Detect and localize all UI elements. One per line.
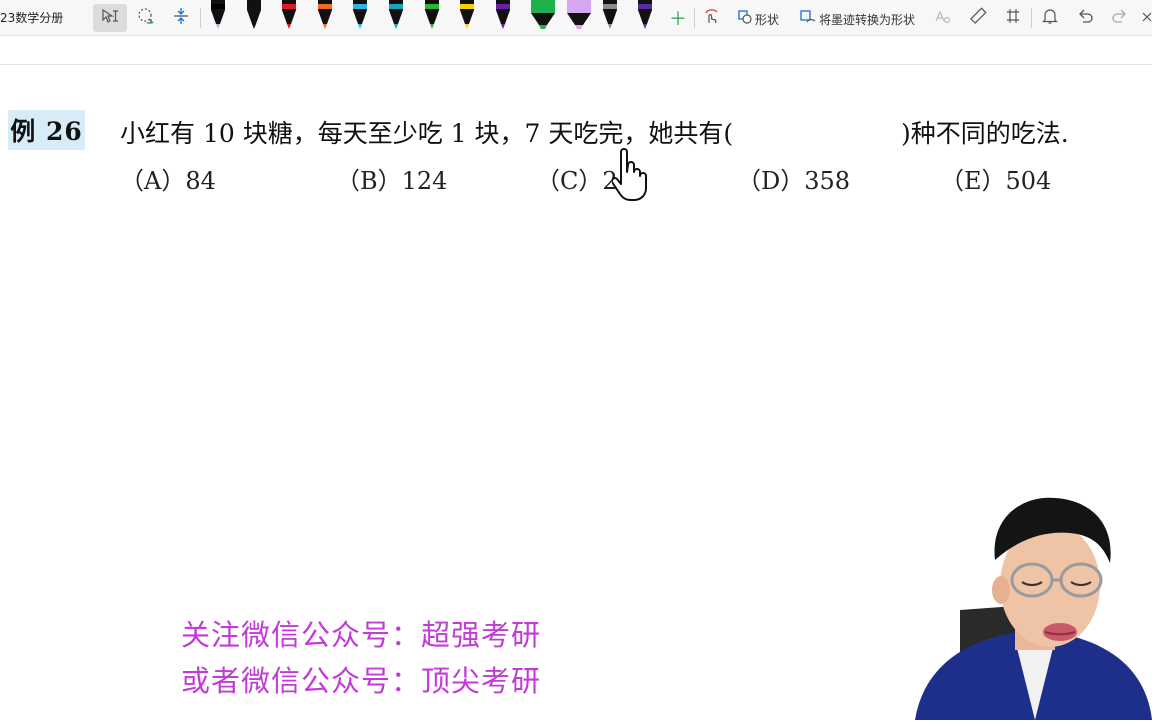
ink-to-math-button[interactable] xyxy=(930,4,954,32)
pen-purple-button[interactable] xyxy=(495,0,510,30)
undo-button[interactable] xyxy=(1073,4,1097,32)
example-badge: 例 26 xyxy=(8,110,85,150)
select-icon xyxy=(101,8,119,28)
document-title: 23数学分册 xyxy=(0,11,64,25)
drawing-toolbar: 23数学分册 ＋ 形状 将墨迹转换为形状 xyxy=(0,0,1152,36)
touch-draw-icon xyxy=(703,7,721,29)
insert-space-icon xyxy=(172,7,190,29)
pen-icon xyxy=(602,0,617,29)
pen-icon xyxy=(495,0,510,29)
redo-icon xyxy=(1111,7,1129,29)
pen-icon xyxy=(389,0,403,29)
undo-icon xyxy=(1076,7,1094,29)
pen-gray-button[interactable] xyxy=(602,0,617,30)
close-icon xyxy=(1140,9,1152,28)
ink-to-shape-label: 将墨迹转换为形状 xyxy=(819,12,916,27)
pen-icon xyxy=(460,0,475,29)
promo-line-2: 或者微信公众号：顶尖考研 xyxy=(181,664,542,698)
choice-d: （D）358 xyxy=(737,167,851,195)
ink-to-math-icon xyxy=(933,7,951,29)
pen-icon xyxy=(211,0,225,29)
choice-a: （A）84 xyxy=(120,167,216,195)
pen-yellow-button[interactable] xyxy=(460,0,475,30)
pen-green-button[interactable] xyxy=(424,0,439,30)
pen-orange-button[interactable] xyxy=(317,0,332,30)
insert-space-button[interactable] xyxy=(169,4,193,32)
toolbar-separator xyxy=(200,8,201,28)
ruler-button[interactable] xyxy=(966,4,990,32)
select-tool-button[interactable] xyxy=(93,4,127,32)
highlighter-green-button[interactable] xyxy=(531,0,556,30)
pen-black-button[interactable] xyxy=(246,0,261,30)
pen-icon xyxy=(353,0,368,29)
question-text-end: )种不同的吃法. xyxy=(901,119,1069,148)
touch-draw-button[interactable] xyxy=(700,4,724,32)
promo-line-1: 关注微信公众号：超强考研 xyxy=(181,618,542,652)
close-button[interactable] xyxy=(1140,4,1152,32)
lasso-select-button[interactable] xyxy=(134,4,158,32)
shape-icon xyxy=(738,10,752,28)
ruler-icon xyxy=(969,7,987,29)
add-pen-icon: ＋ xyxy=(669,9,687,30)
notifications-button[interactable] xyxy=(1038,4,1062,32)
pen-violet-button[interactable] xyxy=(638,0,653,30)
ink-to-shape-button[interactable]: 将墨迹转换为形状 xyxy=(800,10,915,28)
ink-to-shape-icon xyxy=(800,10,816,28)
add-pen-button[interactable]: ＋ xyxy=(668,4,688,32)
bell-icon xyxy=(1041,7,1059,29)
pen-icon xyxy=(567,0,591,29)
pen-black-lavender-button[interactable] xyxy=(211,0,225,30)
question-text: 小红有 10 块糖，每天至少吃 1 块，7 天吃完，她共有( xyxy=(120,119,734,148)
pen-icon xyxy=(246,0,261,29)
toolbar-separator xyxy=(1031,8,1032,28)
pen-icon xyxy=(638,0,653,29)
pen-red-button[interactable] xyxy=(282,0,297,30)
pen-teal-button[interactable] xyxy=(389,0,403,30)
math-icon xyxy=(1004,7,1022,29)
pen-icon xyxy=(282,0,297,29)
pen-icon xyxy=(531,0,556,29)
choice-e: （E）504 xyxy=(940,167,1052,195)
shape-label: 形状 xyxy=(755,12,780,27)
pen-cyan-button[interactable] xyxy=(353,0,368,30)
choice-c: （C）2 xyxy=(536,167,618,195)
choice-b: （B）124 xyxy=(336,167,448,195)
redo-button[interactable] xyxy=(1108,4,1132,32)
toolbar-separator xyxy=(694,8,695,28)
presenter-webcam xyxy=(905,490,1152,720)
highlighter-lavender-button[interactable] xyxy=(567,0,591,30)
pen-icon xyxy=(317,0,332,29)
pen-icon xyxy=(424,0,439,29)
math-button[interactable] xyxy=(1001,4,1025,32)
shape-button[interactable]: 形状 xyxy=(738,10,779,28)
hand-cursor-icon xyxy=(610,148,652,208)
page-top-border xyxy=(0,64,1152,65)
lasso-icon xyxy=(137,7,155,29)
